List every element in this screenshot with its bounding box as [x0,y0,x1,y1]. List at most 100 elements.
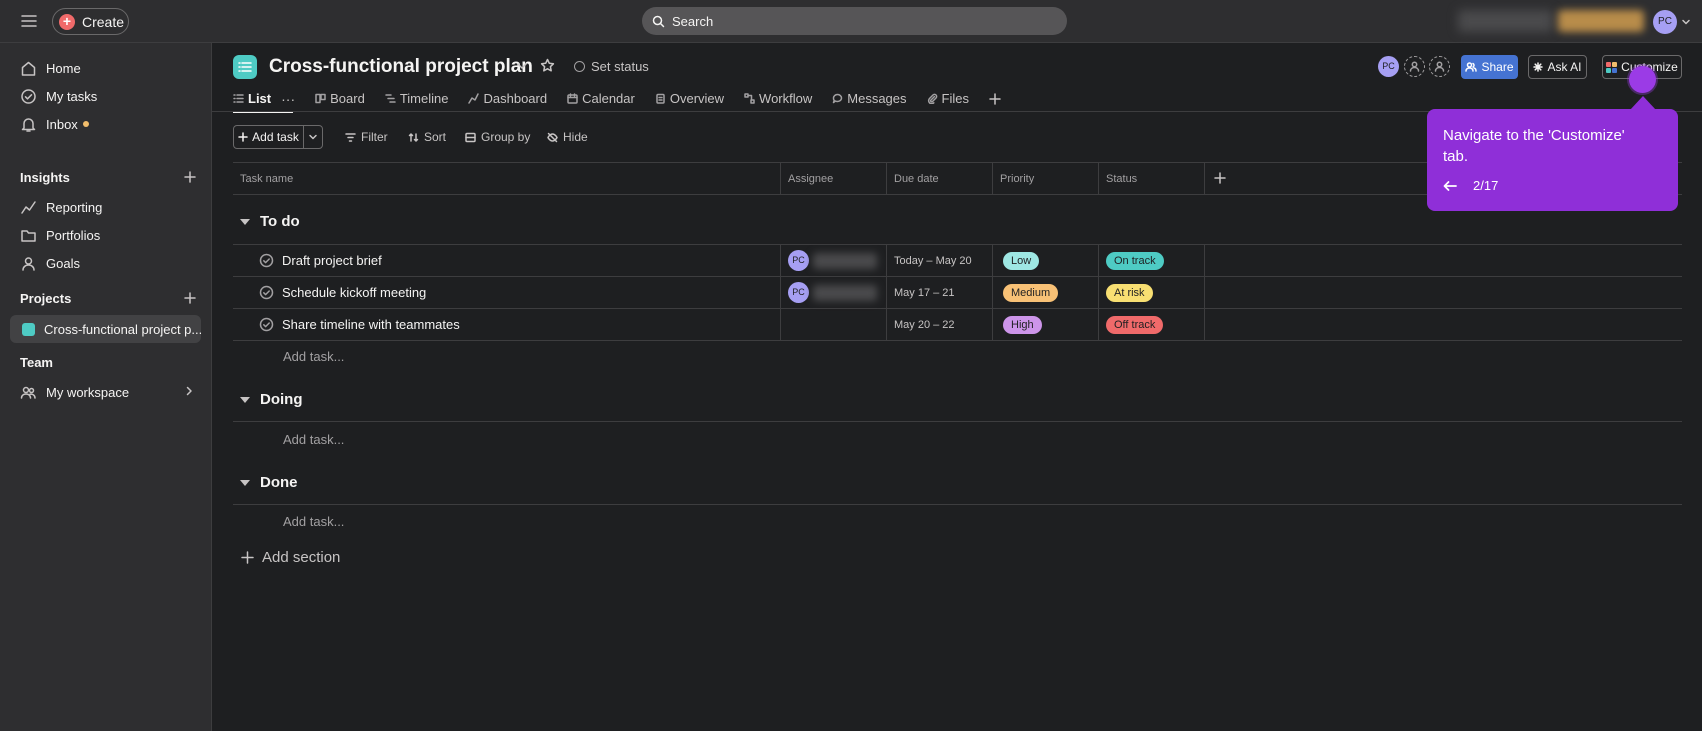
collapse-caret-icon[interactable] [240,218,250,225]
table-row[interactable]: Schedule kickoff meeting PC May 17 – 21 … [233,277,1682,309]
tab-timeline[interactable]: Timeline [385,86,448,111]
table-row[interactable]: Draft project brief PC Today – May 20 Lo… [233,245,1682,277]
sidebar-item-home[interactable]: Home [20,55,81,81]
section-header-done[interactable]: Done [240,474,298,491]
sidebar-item-label: Reporting [46,199,103,215]
group-by-label: Group by [481,130,531,144]
tab-list[interactable]: List [233,86,294,113]
table-row[interactable]: Share timeline with teammates May 20 – 2… [233,309,1682,341]
ask-ai-button[interactable]: Ask AI [1528,55,1587,79]
priority-cell[interactable]: High [993,309,1099,340]
top-bar: + Create Search PC [0,0,1702,43]
guide-hotspot[interactable] [1629,66,1656,93]
tab-overview[interactable]: Overview [655,86,724,111]
plus-icon [241,551,254,564]
board-icon [315,93,326,104]
hamburger-menu-icon[interactable] [19,12,39,30]
sort-button[interactable]: Sort [408,130,446,144]
sidebar-item-my-workspace[interactable]: My workspace [20,379,129,405]
tab-workflow[interactable]: Workflow [744,86,812,111]
assignee-cell[interactable]: PC [781,245,887,276]
add-column-plus-icon[interactable] [1214,172,1226,184]
back-arrow-icon[interactable] [1443,180,1457,192]
column-header-status[interactable]: Status [1099,162,1205,195]
column-header-assignee[interactable]: Assignee [781,162,887,195]
chevron-down-icon[interactable] [1681,17,1691,27]
user-placeholder-icon[interactable] [1429,56,1450,77]
collapse-caret-icon[interactable] [240,396,250,403]
complete-check-icon[interactable] [259,285,274,300]
tab-board[interactable]: Board [315,86,365,111]
add-tab-plus-icon[interactable] [989,92,1001,105]
add-task-link[interactable]: Add task... [283,349,344,364]
section-header-doing[interactable]: Doing [240,391,303,408]
redacted-workspace-info [1458,10,1553,32]
priority-badge: Medium [1003,283,1059,302]
ask-ai-label: Ask AI [1547,60,1582,74]
assignee-avatar: PC [788,282,809,303]
assignee-cell[interactable] [781,309,887,340]
team-heading: Team [20,355,53,370]
tab-more-options-icon[interactable]: ··· [281,91,295,107]
tab-calendar[interactable]: Calendar [567,86,635,111]
add-section-button[interactable]: Add section [241,549,340,566]
hide-button[interactable]: Hide [547,130,588,144]
user-avatar[interactable]: PC [1653,10,1677,34]
collapse-caret-icon[interactable] [240,479,250,486]
share-button[interactable]: Share [1461,55,1518,79]
tab-messages[interactable]: Messages [832,86,907,111]
eye-off-icon [547,132,558,142]
sidebar-item-reporting[interactable]: Reporting [20,194,102,220]
title-chevron-down-icon[interactable] [515,61,529,71]
star-icon[interactable] [540,58,555,73]
task-name-cell[interactable]: Schedule kickoff meeting [233,277,781,308]
sidebar-item-inbox[interactable]: Inbox [20,111,89,137]
complete-check-icon[interactable] [259,317,274,332]
due-date-cell[interactable]: May 17 – 21 [887,277,993,308]
sidebar-item-label: Home [46,60,81,76]
due-date-cell[interactable]: Today – May 20 [887,245,993,276]
add-task-link[interactable]: Add task... [283,514,344,529]
user-placeholder-icon[interactable] [1404,56,1425,77]
due-date-cell[interactable]: May 20 – 22 [887,309,993,340]
add-project-plus-icon[interactable] [184,292,196,304]
tab-dashboard[interactable]: Dashboard [468,86,547,111]
sidebar-item-my-tasks[interactable]: My tasks [20,83,97,109]
search-input[interactable]: Search [642,7,1067,35]
redacted-upgrade-button[interactable] [1558,10,1644,32]
tab-label: Overview [669,91,725,106]
set-status-button[interactable]: Set status [574,59,649,74]
complete-check-icon[interactable] [259,253,274,268]
add-task-button[interactable]: Add task [234,126,304,148]
section-header-to-do[interactable]: To do [240,213,300,230]
status-cell[interactable]: At risk [1099,277,1205,308]
tab-files[interactable]: Files [927,86,969,111]
sparkle-icon [1533,62,1544,72]
task-name: Schedule kickoff meeting [282,285,427,300]
task-name-cell[interactable]: Share timeline with teammates [233,309,781,340]
column-header-priority[interactable]: Priority [993,162,1099,195]
add-task-link[interactable]: Add task... [283,432,344,447]
group-by-button[interactable]: Group by [465,130,530,144]
column-header-due-date[interactable]: Due date [887,162,993,195]
priority-cell[interactable]: Medium [993,277,1099,308]
member-avatar[interactable]: PC [1378,56,1399,77]
create-button[interactable]: + Create [52,8,129,35]
sidebar-item-goals[interactable]: Goals [20,250,80,276]
chevron-right-icon[interactable] [184,385,194,397]
calendar-icon [567,93,578,104]
sidebar-item-active-project[interactable]: Cross-functional project p... [10,315,201,343]
add-task-dropdown[interactable] [304,126,322,148]
sidebar-item-portfolios[interactable]: Portfolios [20,222,100,248]
add-insight-plus-icon[interactable] [184,171,196,183]
bell-icon [20,116,37,133]
assignee-cell[interactable]: PC [781,277,887,308]
filter-button[interactable]: Filter [345,130,388,144]
priority-cell[interactable]: Low [993,245,1099,276]
tooltip-nav: 2/17 [1443,178,1662,193]
column-header-task-name[interactable]: Task name [233,162,781,195]
status-circle-icon [574,61,585,72]
status-cell[interactable]: On track [1099,245,1205,276]
status-cell[interactable]: Off track [1099,309,1205,340]
task-name-cell[interactable]: Draft project brief [233,245,781,276]
